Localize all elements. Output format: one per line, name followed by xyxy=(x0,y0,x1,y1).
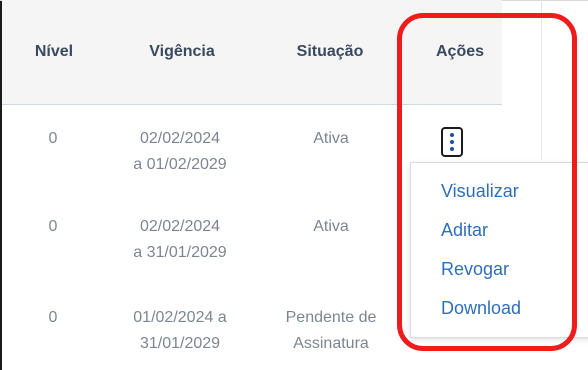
header-nivel[interactable]: Nível xyxy=(24,0,84,104)
row2-vigencia-line2: a 31/01/2029 xyxy=(133,244,227,261)
row3-vigencia-line1: 01/02/2024 a xyxy=(133,309,227,326)
table-header: Nível Vigência Situação Ações xyxy=(2,0,502,105)
header-situacao[interactable]: Situação xyxy=(282,0,378,104)
row1-vigencia-line1: 02/02/2024 xyxy=(139,130,221,147)
actions-dropdown-menu: Visualizar Aditar Revogar Download xyxy=(410,162,588,338)
header-vigencia[interactable]: Vigência xyxy=(124,0,240,104)
menu-item-download[interactable]: Download xyxy=(441,298,521,319)
row3-nivel: 0 xyxy=(48,309,58,326)
screenshot-frame: Nível Vigência Situação Ações 0 02/02/20… xyxy=(0,0,588,370)
row3-situacao-line1: Pendente de xyxy=(285,309,377,326)
kebab-vertical-icon xyxy=(450,133,454,137)
row2-nivel: 0 xyxy=(48,218,58,235)
row-actions-kebab-button[interactable] xyxy=(441,127,463,157)
row3-situacao-line2: Assinatura xyxy=(293,335,369,352)
row2-situacao: Ativa xyxy=(313,218,349,235)
row2-vigencia-line1: 02/02/2024 xyxy=(139,218,221,235)
kebab-vertical-icon xyxy=(450,147,454,151)
row1-situacao: Ativa xyxy=(313,130,349,147)
menu-item-revogar[interactable]: Revogar xyxy=(441,259,509,280)
row1-nivel: 0 xyxy=(48,130,58,147)
kebab-vertical-icon xyxy=(450,140,454,144)
header-acoes: Ações xyxy=(435,43,485,60)
row1-vigencia-line2: a 01/02/2029 xyxy=(133,156,227,173)
menu-item-visualizar[interactable]: Visualizar xyxy=(441,181,519,202)
row3-vigencia-line2: 31/01/2029 xyxy=(139,335,221,352)
menu-item-aditar[interactable]: Aditar xyxy=(441,220,488,241)
table-right-divider xyxy=(541,0,542,160)
